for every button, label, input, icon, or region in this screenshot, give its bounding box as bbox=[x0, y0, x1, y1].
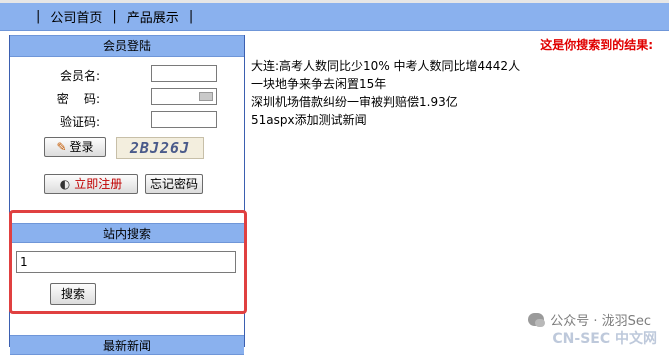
watermark-site: CN-SEC 中文网 bbox=[552, 331, 657, 347]
left-sidebar: 会员登陆 会员名: 密 码: 验证码: ✎ 登录 2BJ26J ◐ 立即注册 忘记密… bbox=[9, 35, 245, 355]
result-item[interactable]: 一块地争来争去闲置15年 bbox=[251, 75, 520, 93]
search-results-header: 这是你搜索到的结果: bbox=[540, 38, 653, 52]
captcha-row: 验证码: bbox=[10, 111, 244, 131]
member-login-title: 会员登陆 bbox=[10, 35, 244, 57]
login-button[interactable]: ✎ 登录 bbox=[44, 137, 106, 157]
result-item[interactable]: 大连:高考人数同比少10% 中考人数同比增4442人 bbox=[251, 57, 520, 75]
nav-link-products[interactable]: 产品展示 bbox=[127, 7, 179, 26]
nav-link-home[interactable]: 公司首页 bbox=[50, 7, 102, 26]
wechat-icon bbox=[528, 313, 546, 327]
search-results-list: 大连:高考人数同比少10% 中考人数同比增4442人 一块地争来争去闲置15年 … bbox=[251, 57, 520, 129]
captcha-label: 验证码: bbox=[59, 115, 100, 129]
key-icon: ✎ bbox=[56, 140, 67, 154]
latest-news-title: 最新新闻 bbox=[10, 335, 244, 355]
register-button-label: 立即注册 bbox=[74, 177, 123, 191]
captcha-image[interactable]: 2BJ26J bbox=[116, 137, 204, 159]
forgot-password-button[interactable]: 忘记密码 bbox=[145, 174, 203, 194]
nav-separator: | bbox=[112, 9, 117, 24]
watermark: 公众号 · 泷羽Sec bbox=[528, 310, 651, 329]
captcha-input[interactable] bbox=[151, 111, 217, 128]
nav-separator: | bbox=[188, 9, 194, 24]
password-input[interactable] bbox=[151, 88, 217, 105]
username-row: 会员名: bbox=[10, 65, 244, 85]
top-navigation: | 公司首页 | 产品展示 | bbox=[0, 3, 669, 31]
login-button-label: 登录 bbox=[69, 140, 94, 154]
result-item[interactable]: 深圳机场借款纠纷一审被判赔偿1.93亿 bbox=[251, 93, 520, 111]
username-label: 会员名: bbox=[59, 69, 100, 83]
password-label: 密 码: bbox=[56, 92, 100, 106]
site-search-input[interactable] bbox=[16, 251, 236, 273]
result-item[interactable]: 51aspx添加测试新闻 bbox=[251, 111, 520, 129]
nav-separator: | bbox=[36, 9, 41, 24]
site-search-title: 站内搜索 bbox=[10, 223, 244, 243]
username-input[interactable] bbox=[151, 65, 217, 82]
site-search-button[interactable]: 搜索 bbox=[50, 283, 96, 305]
keyboard-icon bbox=[199, 92, 213, 101]
register-button[interactable]: ◐ 立即注册 bbox=[44, 174, 138, 194]
password-row: 密 码: bbox=[10, 88, 244, 108]
watermark-text: 公众号 · 泷羽Sec bbox=[550, 314, 651, 329]
register-icon: ◐ bbox=[59, 177, 71, 191]
